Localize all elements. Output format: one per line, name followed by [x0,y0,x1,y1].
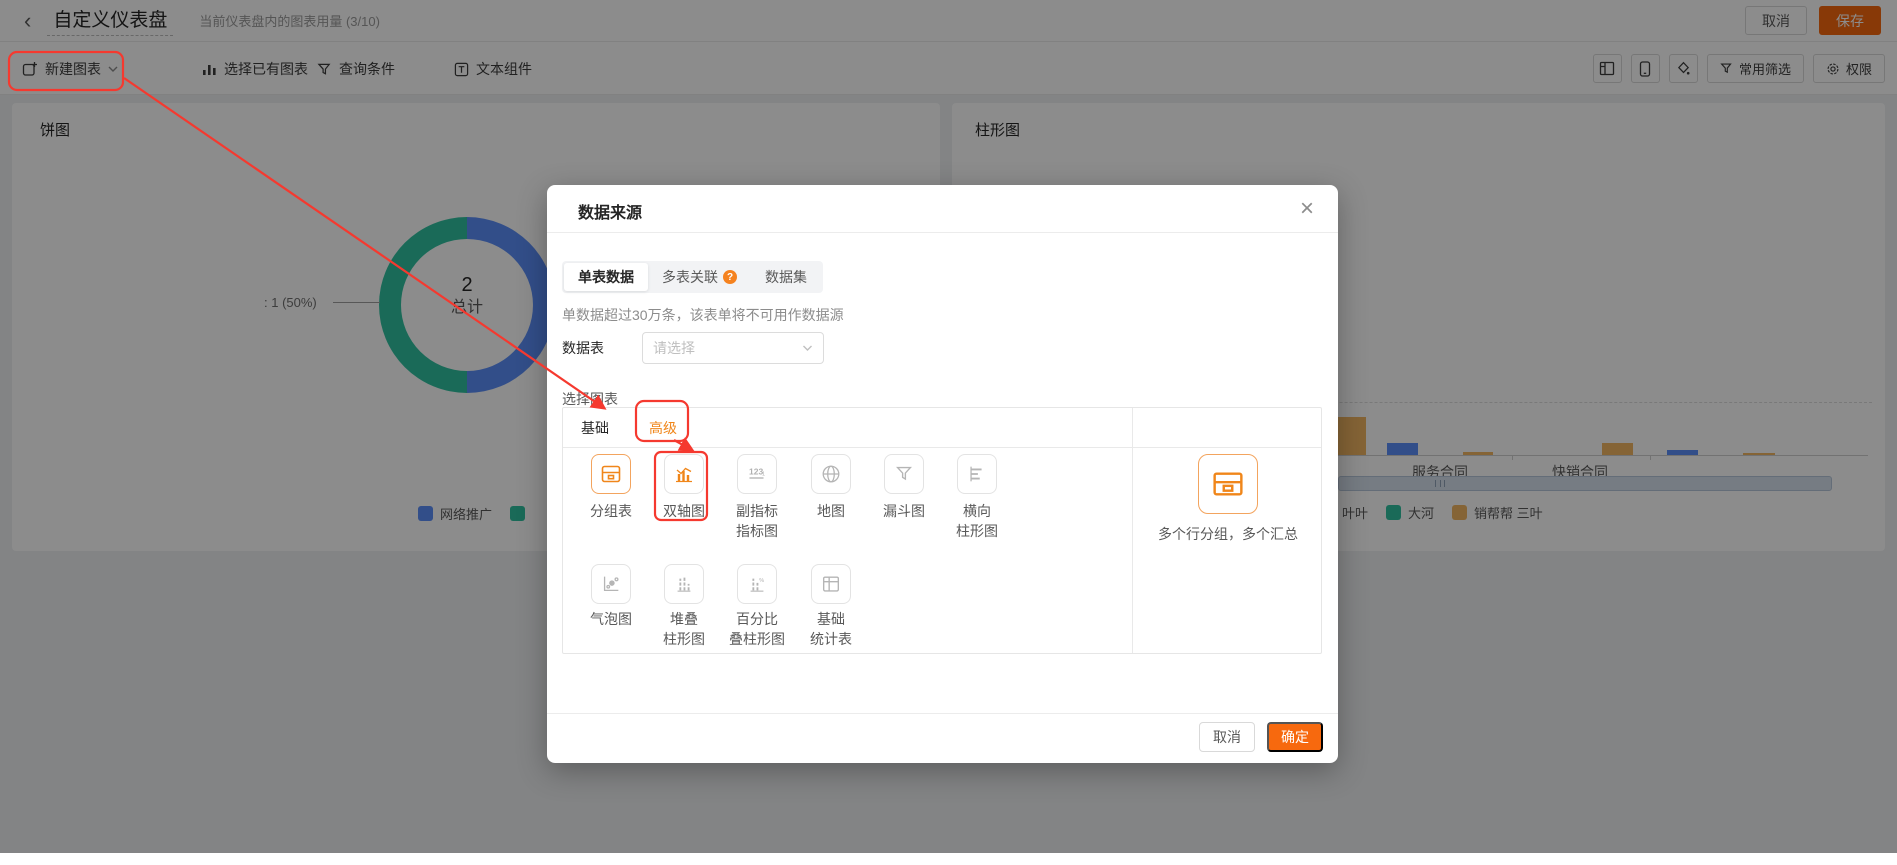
app-page: ‹ 自定义仪表盘 当前仪表盘内的图表用量 (3/10) 取消 保存 新建图表 选… [0,0,1897,865]
chart-type-label[interactable]: 百分比 叠柱形图 [719,609,795,649]
percent-stacked-bar-icon: % [746,573,768,595]
chart-type-basic-stats-table[interactable] [811,564,851,604]
datatable-select[interactable]: 请选择 [642,332,824,364]
chart-type-label[interactable]: 基础 统计表 [793,609,869,649]
chart-type-label[interactable]: 横向 柱形图 [939,501,1015,541]
funnel-chart-icon [893,463,915,485]
tab-dataset[interactable]: 数据集 [751,263,821,291]
stacked-bar-icon [673,573,695,595]
dual-axis-icon [672,462,696,486]
chart-type-stacked-bar[interactable] [664,564,704,604]
close-icon[interactable]: × [1296,193,1318,225]
chart-type-bubble[interactable] [591,564,631,604]
tab-multi-table[interactable]: 多表关联 ? [648,263,751,291]
globe-icon [820,463,842,485]
modal-title: 数据来源 [578,199,642,223]
picker-tab-bar: 基础 高级 [563,408,1321,448]
data-source-tabs: 单表数据 多表关联 ? 数据集 [562,261,823,293]
modal-cancel-button[interactable]: 取消 [1199,722,1255,752]
horizontal-bar-icon [966,463,988,485]
chart-type-label[interactable]: 副指标 指标图 [719,501,795,541]
data-source-modal: 数据来源 × 单表数据 多表关联 ? 数据集 单数据超过30万条，该表单将不可用… [547,185,1338,763]
grouped-table-icon [599,462,623,486]
tab-single-table[interactable]: 单表数据 [564,263,648,291]
chart-type-percent-stacked-bar[interactable]: % [737,564,777,604]
select-chart-label: 选择图表 [562,389,618,409]
chart-type-secondary-indicator[interactable]: 123 1 [737,454,777,494]
chart-type-label[interactable]: 气泡图 [573,609,649,629]
indicator-123-icon: 123 1 [745,462,769,486]
chart-type-map[interactable] [811,454,851,494]
tab-advanced[interactable]: 高级 [649,408,677,448]
modal-confirm-button[interactable]: 确定 [1267,722,1323,752]
chart-type-picker: 基础 高级 123 1 [562,407,1322,654]
chart-type-label[interactable]: 地图 [793,501,869,521]
select-placeholder: 请选择 [653,338,802,358]
datatable-field-label: 数据表 [562,338,604,358]
chart-type-label[interactable]: 分组表 [573,501,649,521]
tab-basic[interactable]: 基础 [581,408,609,448]
chevron-down-icon [802,345,813,352]
help-badge-icon[interactable]: ? [723,270,737,284]
data-limit-note: 单数据超过30万条，该表单将不可用作数据源 [562,305,844,325]
tab-label: 多表关联 [662,267,718,287]
chart-type-label[interactable]: 漏斗图 [866,501,942,521]
svg-text:%: % [759,578,764,584]
page-bottom-strip [0,853,1897,865]
stats-table-icon [820,573,842,595]
chart-type-funnel[interactable] [884,454,924,494]
tab-label: 数据集 [765,267,807,287]
bubble-chart-icon [600,573,622,595]
chart-type-dual-axis[interactable] [664,454,704,494]
svg-text:1: 1 [762,472,765,478]
selected-type-preview[interactable] [1198,454,1258,514]
chart-type-label[interactable]: 堆叠 柱形图 [646,609,722,649]
chart-type-horizontal-bar[interactable] [957,454,997,494]
grouped-table-large-icon [1211,469,1245,499]
preview-caption: 多个行分组，多个汇总 [1133,524,1323,544]
tab-label: 单表数据 [578,267,634,287]
chart-type-grouped-table[interactable] [591,454,631,494]
chart-type-label[interactable]: 双轴图 [646,501,722,521]
